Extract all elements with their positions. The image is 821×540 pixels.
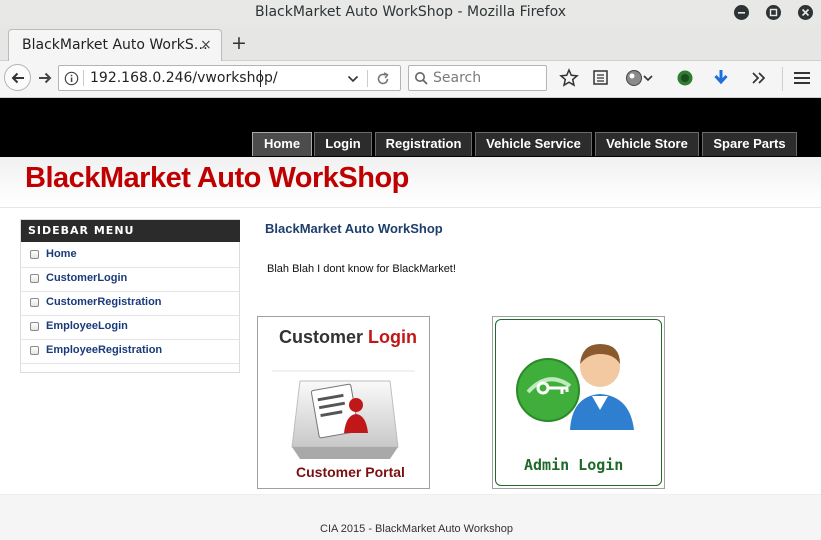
window-title: BlackMarket Auto WorkShop - Mozilla Fire… [254, 4, 567, 20]
bullet-icon [30, 346, 39, 355]
text-cursor [260, 70, 261, 87]
sidebar-item-label[interactable]: EmployeeRegistration [46, 344, 162, 356]
nav-vehicle-service[interactable]: Vehicle Service [475, 132, 592, 156]
sidebar-item-label[interactable]: EmployeeLogin [46, 320, 128, 332]
maximize-icon[interactable] [766, 5, 781, 20]
search-icon [415, 72, 428, 85]
footer-text: CIA 2015 - BlackMarket Auto Workshop [320, 523, 513, 535]
site-footer: CIA 2015 - BlackMarket Auto Workshop [0, 494, 821, 540]
minimize-icon[interactable] [734, 5, 749, 20]
sidebar-item-label[interactable]: CustomerRegistration [46, 296, 162, 308]
sidebar-item-home[interactable]: Home [21, 244, 239, 268]
close-window-icon[interactable] [798, 5, 813, 20]
url-text[interactable]: 192.168.0.246/vworkshop/ [90, 70, 278, 86]
back-button[interactable] [4, 64, 31, 91]
noscript-icon[interactable] [676, 69, 694, 87]
admin-user-key-icon [516, 344, 634, 430]
nav-toolbar: 192.168.0.246/vworkshop/ Search [0, 61, 821, 98]
card-caption: Admin Login [524, 456, 623, 474]
bullet-icon [30, 322, 39, 331]
card-caption: Customer Portal [296, 464, 405, 480]
url-divider [367, 70, 368, 87]
chevron-down-icon[interactable] [347, 73, 359, 85]
info-icon[interactable] [64, 71, 79, 86]
keyboard-key-icon [291, 380, 399, 459]
sidebar-heading: SIDEBAR MENU [21, 220, 240, 242]
sidebar-item-label[interactable]: CustomerLogin [46, 272, 127, 284]
download-arrow-icon[interactable] [712, 68, 730, 88]
admin-login-card[interactable]: Admin Login [492, 316, 665, 489]
url-bar[interactable]: 192.168.0.246/vworkshop/ [58, 65, 401, 91]
url-divider [83, 70, 84, 86]
search-bar[interactable]: Search [408, 65, 547, 91]
admin-login-image: Admin Login [516, 344, 634, 474]
nav-registration[interactable]: Registration [375, 132, 472, 156]
sidebar-item-employee-login[interactable]: EmployeeLogin [21, 316, 239, 340]
forward-button[interactable] [36, 69, 54, 87]
toolbar-divider [782, 67, 783, 91]
browser-tab[interactable]: BlackMarket Auto WorkS… × [8, 29, 222, 61]
sidebar-item-employee-registration[interactable]: EmployeeRegistration [21, 340, 239, 364]
sidebar-item-customer-login[interactable]: CustomerLogin [21, 268, 239, 292]
svg-text:Customer Login: Customer Login [279, 327, 417, 347]
tab-close-icon[interactable]: × [200, 37, 212, 53]
overflow-chevrons-icon[interactable] [751, 71, 767, 85]
bullet-icon [30, 250, 39, 259]
reload-icon[interactable] [375, 71, 391, 87]
bullet-icon [30, 298, 39, 307]
back-arrow-icon [11, 72, 24, 84]
hamburger-menu-icon[interactable] [794, 71, 810, 85]
sidebar-item-label[interactable]: Home [46, 248, 77, 260]
site-title: BlackMarket Auto WorkShop [25, 162, 409, 194]
window-titlebar: BlackMarket Auto WorkShop - Mozilla Fire… [0, 0, 821, 25]
customer-login-image: Customer Login Customer Portal [272, 327, 417, 480]
sidebar-menu: SIDEBAR MENU Home CustomerLogin Customer… [20, 219, 240, 373]
card-title-part2: Login [368, 327, 417, 347]
content-text: Blah Blah I dont know for BlackMarket! [267, 263, 456, 275]
firefox-window: BlackMarket Auto WorkShop - Mozilla Fire… [0, 0, 821, 540]
nav-login[interactable]: Login [314, 132, 372, 156]
tab-title: BlackMarket Auto WorkS… [22, 37, 208, 53]
nav-spare-parts[interactable]: Spare Parts [702, 132, 797, 156]
content-title: BlackMarket Auto WorkShop [265, 221, 443, 236]
card-title-part1: Customer [279, 327, 368, 347]
nav-home[interactable]: Home [252, 132, 312, 156]
addon-globe-icon[interactable] [624, 68, 660, 88]
bookmark-star-icon[interactable] [559, 68, 579, 88]
new-tab-icon[interactable]: + [231, 30, 247, 56]
web-page: Home Login Registration Vehicle Service … [0, 98, 821, 540]
search-placeholder: Search [433, 70, 482, 86]
sidebar-item-customer-registration[interactable]: CustomerRegistration [21, 292, 239, 316]
customer-login-card[interactable]: Customer Login Customer Portal [257, 316, 430, 489]
nav-vehicle-store[interactable]: Vehicle Store [595, 132, 699, 156]
tab-strip: BlackMarket Auto WorkS… × [0, 25, 821, 61]
reading-list-icon[interactable] [592, 69, 609, 86]
bullet-icon [30, 274, 39, 283]
